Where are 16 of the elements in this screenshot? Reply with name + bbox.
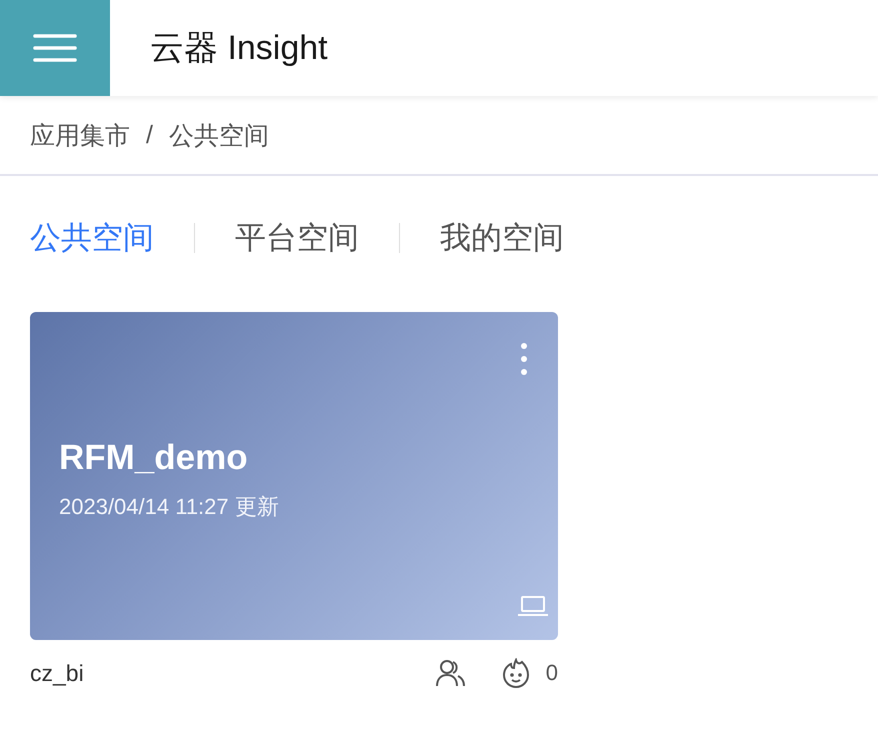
like-count: 0	[546, 660, 558, 686]
space-tab[interactable]: 公共空间	[30, 217, 154, 259]
menu-icon	[33, 33, 77, 63]
app-card-updated: 2023/04/14 11:27 更新	[59, 493, 280, 521]
users-icon[interactable]	[436, 659, 466, 687]
flame-face-icon[interactable]	[502, 658, 530, 688]
breadcrumb-separator: /	[146, 120, 153, 150]
breadcrumb-link[interactable]: 公共空间	[168, 118, 269, 152]
laptop-icon	[517, 596, 549, 616]
breadcrumb-link[interactable]: 应用集市	[30, 118, 130, 152]
app-card-title: RFM_demo	[59, 438, 249, 478]
space-tab[interactable]: 我的空间	[440, 217, 564, 259]
app-title: 云器 Insight	[150, 28, 328, 69]
space-tab[interactable]: 平台空间	[235, 217, 359, 259]
menu-button[interactable]	[0, 0, 110, 96]
author-name: cz_bi	[30, 660, 85, 686]
